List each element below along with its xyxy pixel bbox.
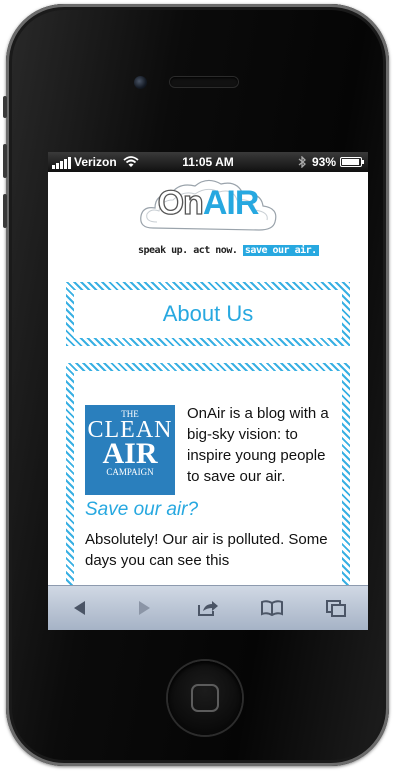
logo-wordmark: OnAIR [133, 183, 283, 223]
clean-air-campaign-logo[interactable]: THE CLEAN AIR CAMPAIGN [85, 405, 175, 495]
browser-toolbar [48, 585, 368, 630]
home-button[interactable] [168, 661, 242, 735]
back-icon [74, 601, 85, 615]
logo-air-text: AIR [202, 184, 260, 222]
status-bar: Verizon 11:05 AM 93% [48, 152, 368, 172]
tabs-button[interactable] [316, 593, 356, 623]
battery-percent: 93% [311, 155, 336, 169]
screen: Verizon 11:05 AM 93% OnAIR speak up. act… [48, 152, 368, 630]
volume-down-button [3, 194, 7, 228]
badge-line3: AIR [102, 437, 158, 470]
battery-icon [340, 157, 364, 167]
onair-logo[interactable]: OnAIR [133, 176, 283, 240]
volume-up-button [3, 144, 7, 178]
forward-icon [139, 601, 150, 615]
tagline-prefix: speak up. act now. [138, 245, 238, 256]
bookmarks-button[interactable] [252, 593, 292, 623]
home-square-icon [191, 684, 219, 712]
back-button[interactable] [60, 593, 100, 623]
tagline: speak up. act now. save our air. [138, 245, 319, 261]
about-section: About Us [66, 282, 350, 346]
tabs-icon [326, 600, 346, 617]
bluetooth-icon [298, 156, 306, 168]
share-button[interactable] [188, 593, 228, 623]
share-icon [198, 601, 218, 616]
front-camera [134, 76, 147, 89]
earpiece-speaker [170, 77, 238, 87]
section-heading: Save our air? [85, 499, 199, 520]
article-section: THE CLEAN AIR CAMPAIGN OnAir is a blog w… [66, 363, 350, 586]
badge-line4: CAMPAIGN [106, 467, 154, 477]
tagline-highlight: save our air. [242, 245, 319, 256]
phone-frame: Verizon 11:05 AM 93% OnAIR speak up. act… [3, 4, 389, 766]
logo-on-text: On [157, 183, 205, 222]
body-paragraph: Absolutely! Our air is polluted. Some da… [85, 531, 328, 569]
mute-switch [3, 96, 7, 118]
forward-button[interactable] [124, 593, 164, 623]
page-content: OnAIR speak up. act now. save our air. A… [48, 172, 368, 586]
page-title: About Us [162, 301, 254, 326]
bookmarks-icon [261, 600, 283, 617]
